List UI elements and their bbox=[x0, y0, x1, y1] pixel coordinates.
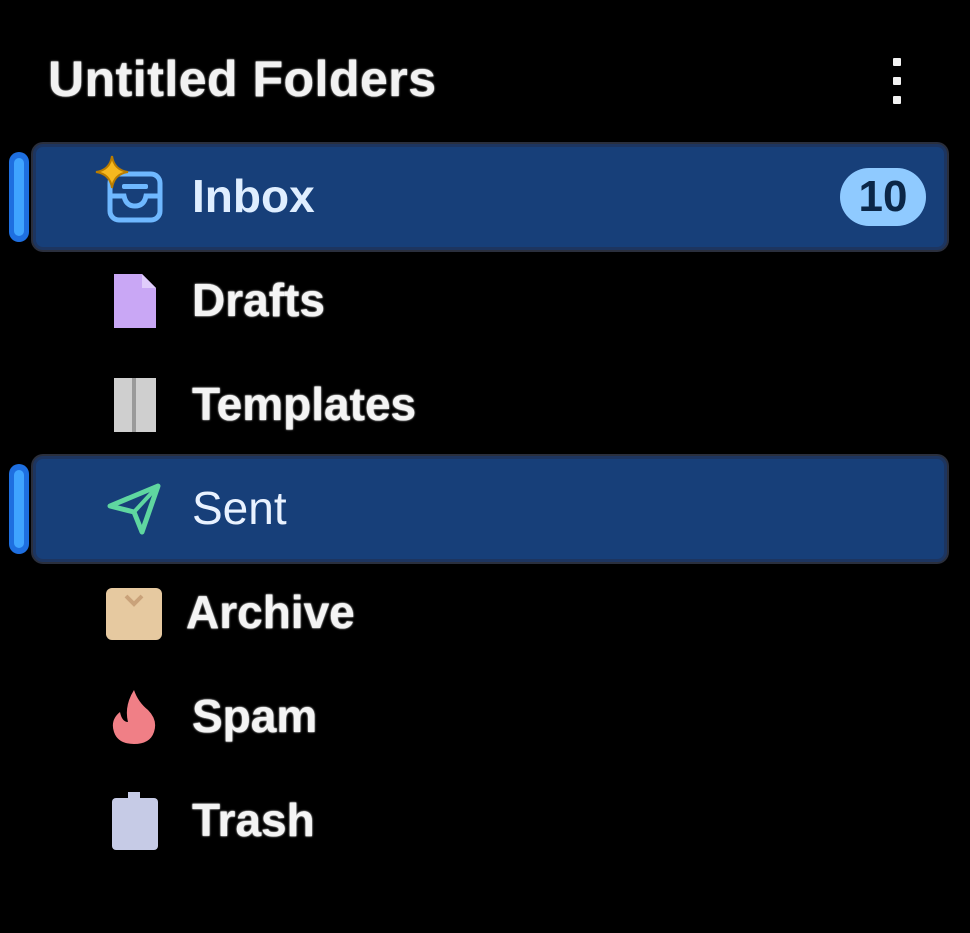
template-icon bbox=[114, 378, 156, 432]
folder-item-drafts[interactable]: Drafts bbox=[0, 244, 970, 348]
folder-label-archive: Archive bbox=[186, 586, 355, 638]
folder-item-archive[interactable]: Archive bbox=[0, 556, 970, 660]
folder-item-inbox[interactable]: Inbox 10 bbox=[0, 140, 970, 250]
trash-can-icon bbox=[112, 792, 158, 850]
folder-label-drafts: Drafts bbox=[192, 274, 325, 326]
folder-list: Inbox 10 Drafts Templates Sent Archive S… bbox=[0, 140, 970, 868]
unread-count-badge: 10 bbox=[840, 168, 926, 226]
selection-highlight bbox=[33, 456, 947, 562]
folder-label-spam: Spam bbox=[192, 690, 318, 742]
vertical-ellipsis-icon bbox=[893, 58, 901, 104]
folder-item-templates[interactable]: Templates bbox=[0, 348, 970, 452]
folder-item-trash[interactable]: Trash bbox=[0, 764, 970, 868]
folder-label-templates: Templates bbox=[192, 378, 417, 430]
paper-plane-icon bbox=[107, 483, 161, 535]
flame-icon bbox=[112, 690, 156, 744]
sparkle-icon bbox=[95, 155, 129, 189]
folders-header: Untitled Folders bbox=[48, 44, 928, 116]
folder-item-sent[interactable]: Sent bbox=[0, 452, 970, 562]
selection-highlight bbox=[33, 144, 947, 250]
more-options-button[interactable] bbox=[882, 54, 912, 108]
draft-document-icon bbox=[114, 274, 156, 328]
archive-box-icon bbox=[106, 588, 162, 640]
panel-title: Untitled Folders bbox=[48, 51, 437, 107]
folder-label-trash: Trash bbox=[192, 794, 315, 846]
folder-item-spam[interactable]: Spam bbox=[0, 660, 970, 764]
folders-panel: Untitled Folders Inbox 10 Drafts Templat… bbox=[0, 0, 970, 933]
selection-indicator bbox=[9, 464, 29, 554]
folder-label-inbox: Inbox bbox=[192, 170, 315, 222]
selection-indicator bbox=[9, 152, 29, 242]
folder-label-sent: Sent bbox=[192, 482, 287, 534]
